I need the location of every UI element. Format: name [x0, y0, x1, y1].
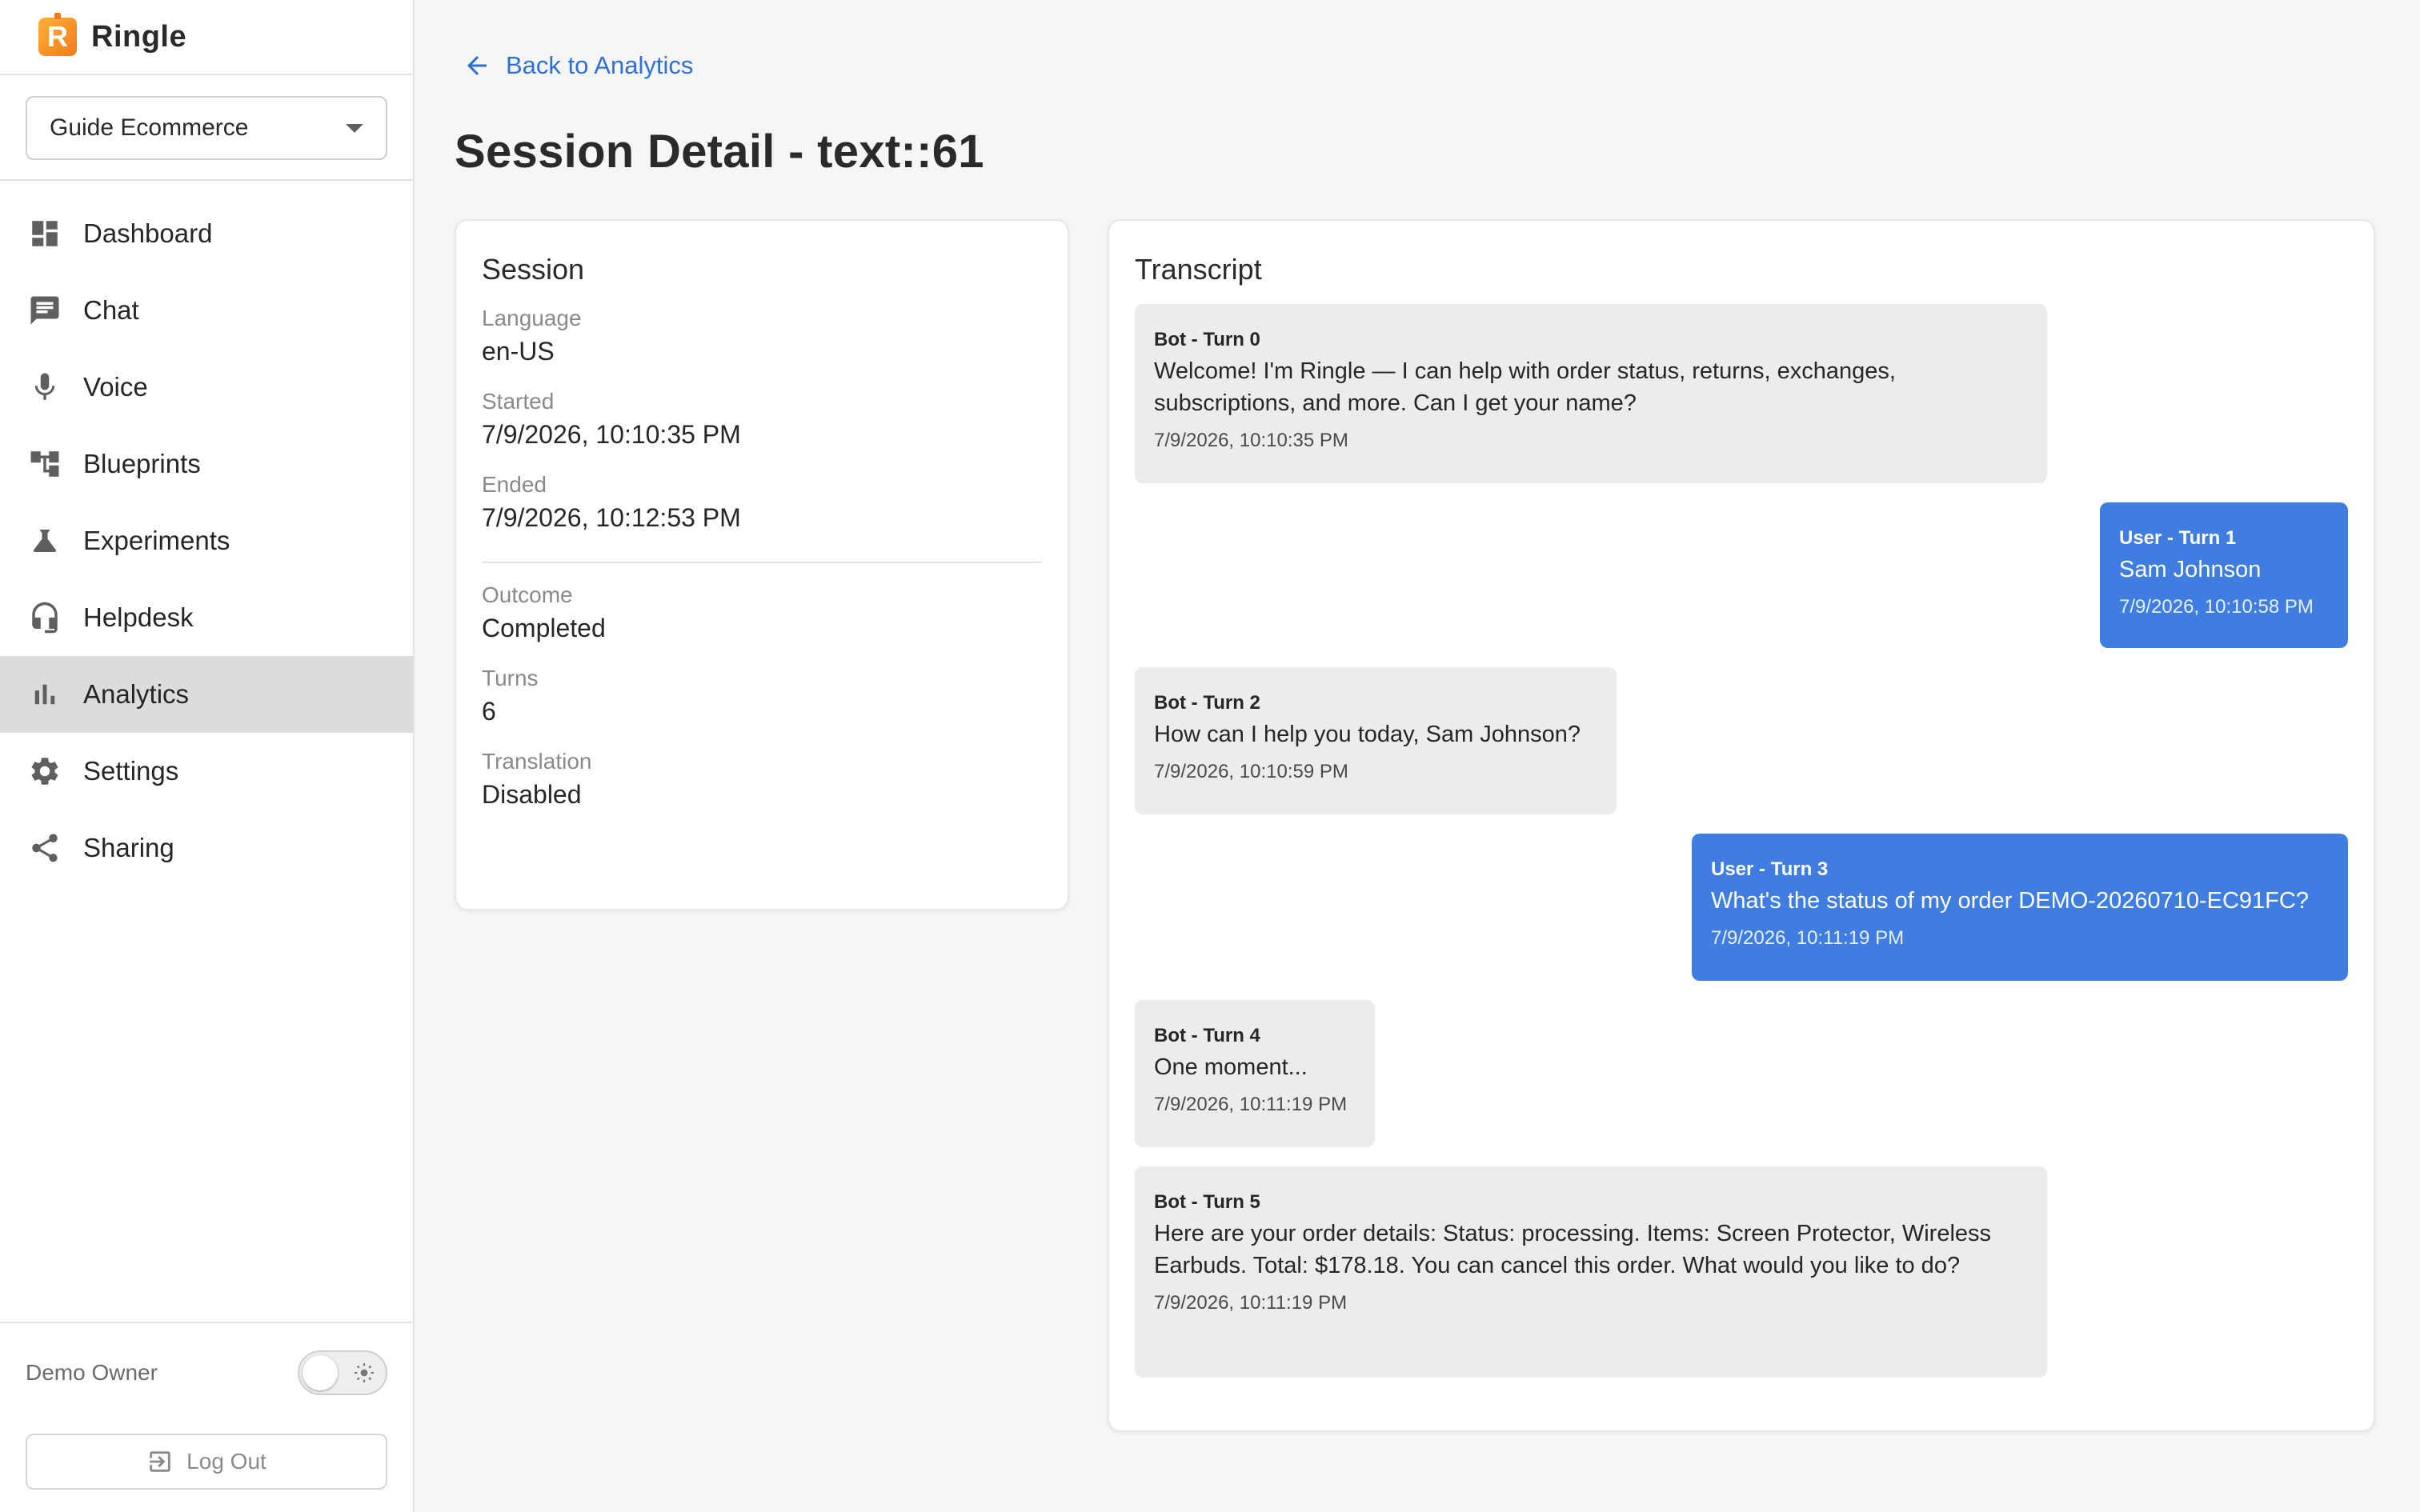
sidebar-item-label: Helpdesk — [83, 602, 194, 632]
sidebar-item-dashboard[interactable]: Dashboard — [0, 195, 413, 272]
app-name: Ringle — [91, 19, 187, 54]
share-icon — [27, 830, 62, 866]
transcript-card-title: Transcript — [1135, 253, 1262, 286]
page-title: Session Detail - text::61 — [455, 126, 984, 178]
arrow-left-icon — [467, 56, 487, 75]
sidebar-item-label: Settings — [83, 756, 179, 786]
field-value: en-US — [482, 337, 555, 366]
logout-label: Log Out — [186, 1449, 266, 1474]
message-time: 7/9/2026, 10:10:59 PM — [1154, 761, 1348, 782]
field-label: Outcome — [482, 582, 573, 607]
flask-icon — [27, 523, 62, 558]
message-time: 7/9/2026, 10:11:19 PM — [1154, 1094, 1348, 1115]
field-label: Translation — [482, 749, 592, 774]
sidebar-item-sharing[interactable]: Sharing — [0, 810, 413, 886]
sidebar-item-label: Blueprints — [83, 449, 201, 478]
field-value: 7/9/2026, 10:10:35 PM — [482, 420, 741, 449]
sidebar-item-label: Experiments — [83, 526, 230, 555]
message-user: User - Turn 3 What's the status of my or… — [1692, 834, 2348, 981]
sidebar-item-helpdesk[interactable]: Helpdesk — [0, 579, 413, 656]
message-time: 7/9/2026, 10:10:35 PM — [1154, 430, 1348, 451]
message-header: User - Turn 3 — [1711, 858, 1829, 880]
toggle-knob — [302, 1355, 338, 1390]
field-ended: Ended 7/9/2026, 10:12:53 PM — [482, 470, 1042, 536]
field-started: Started 7/9/2026, 10:10:35 PM — [482, 387, 1042, 453]
sun-icon — [354, 1362, 375, 1383]
session-card: Session Language en-US Started 7/9/2026,… — [455, 219, 1069, 910]
message-time: 7/9/2026, 10:11:19 PM — [1711, 927, 1905, 949]
message-time: 7/9/2026, 10:11:19 PM — [1154, 1292, 1348, 1314]
sidebar-item-label: Sharing — [83, 833, 174, 862]
sidebar-item-label: Analytics — [83, 679, 190, 709]
message-text: Sam Johnson — [2119, 557, 2262, 582]
field-label: Language — [482, 306, 582, 330]
sidebar-nav: Dashboard Chat Voice Blueprints Experime… — [0, 181, 413, 886]
sidebar-item-experiments[interactable]: Experiments — [0, 502, 413, 579]
back-link-label: Back to Analytics — [506, 51, 694, 79]
gear-icon — [27, 754, 62, 789]
blueprints-icon — [27, 446, 62, 482]
sidebar-item-blueprints[interactable]: Blueprints — [0, 426, 413, 502]
message-bot: Bot - Turn 2 How can I help you today, S… — [1135, 667, 1617, 814]
back-to-analytics-link[interactable]: Back to Analytics — [463, 51, 693, 80]
field-translation: Translation Disabled — [482, 747, 1042, 813]
sidebar-item-chat[interactable]: Chat — [0, 272, 413, 349]
workspace-section: Guide Ecommerce — [0, 75, 413, 181]
sidebar-item-settings[interactable]: Settings — [0, 733, 413, 810]
logout-button[interactable]: Log Out — [26, 1434, 387, 1490]
user-name: Demo Owner — [26, 1360, 158, 1385]
message-text: How can I help you today, Sam Johnson? — [1154, 722, 1581, 747]
field-label: Ended — [482, 472, 547, 497]
message-header: Bot - Turn 0 — [1154, 329, 1260, 350]
message-header: User - Turn 1 — [2119, 527, 2237, 549]
sidebar-item-label: Chat — [83, 295, 139, 325]
workspace-select[interactable]: Guide Ecommerce — [26, 96, 387, 160]
field-value: 7/9/2026, 10:12:53 PM — [482, 503, 741, 532]
session-card-title: Session — [482, 253, 585, 286]
message-text: Welcome! I'm Ringle — I can help with or… — [1154, 358, 1896, 416]
chevron-down-icon — [346, 123, 363, 133]
sidebar-item-voice[interactable]: Voice — [0, 349, 413, 426]
message-text: What's the status of my order DEMO-20260… — [1711, 888, 2309, 914]
message-text: Here are your order details: Status: pro… — [1154, 1221, 1992, 1278]
logout-icon — [150, 1451, 170, 1472]
message-user: User - Turn 1 Sam Johnson 7/9/2026, 10:1… — [2100, 502, 2348, 648]
sidebar: R Ringle Guide Ecommerce Dashboard Chat … — [0, 0, 415, 1512]
owner-row: Demo Owner — [26, 1350, 387, 1395]
field-language: Language en-US — [482, 304, 1042, 370]
brand[interactable]: R Ringle — [0, 0, 413, 75]
chat-icon — [27, 293, 62, 328]
field-turns: Turns 6 — [482, 664, 1042, 730]
workspace-select-value: Guide Ecommerce — [50, 114, 249, 141]
bar-chart-icon — [27, 677, 62, 712]
divider — [482, 562, 1042, 563]
field-value: Disabled — [482, 780, 582, 809]
sidebar-item-label: Dashboard — [83, 218, 213, 248]
transcript-card: Transcript Bot - Turn 0 Welcome! I'm Rin… — [1108, 219, 2375, 1432]
message-bot: Bot - Turn 5 Here are your order details… — [1135, 1166, 2047, 1378]
headset-icon — [27, 600, 62, 635]
message-bot: Bot - Turn 0 Welcome! I'm Ringle — I can… — [1135, 304, 2047, 483]
message-bot: Bot - Turn 4 One moment... 7/9/2026, 10:… — [1135, 1000, 1375, 1147]
field-value: Completed — [482, 614, 606, 642]
message-header: Bot - Turn 5 — [1154, 1191, 1260, 1213]
field-label: Turns — [482, 666, 539, 690]
message-text: One moment... — [1154, 1054, 1308, 1080]
field-value: 6 — [482, 697, 496, 726]
dashboard-icon — [27, 216, 62, 251]
message-time: 7/9/2026, 10:10:58 PM — [2119, 596, 2314, 618]
sidebar-footer: Demo Owner Log Out — [0, 1322, 413, 1512]
theme-toggle[interactable] — [298, 1350, 387, 1395]
field-label: Started — [482, 389, 555, 414]
sidebar-item-analytics[interactable]: Analytics — [0, 656, 413, 733]
ringle-logo-icon: R — [38, 13, 77, 56]
message-header: Bot - Turn 2 — [1154, 692, 1260, 714]
sidebar-item-label: Voice — [83, 372, 148, 402]
field-outcome: Outcome Completed — [482, 581, 1042, 646]
message-header: Bot - Turn 4 — [1154, 1025, 1260, 1046]
mic-icon — [27, 370, 62, 405]
